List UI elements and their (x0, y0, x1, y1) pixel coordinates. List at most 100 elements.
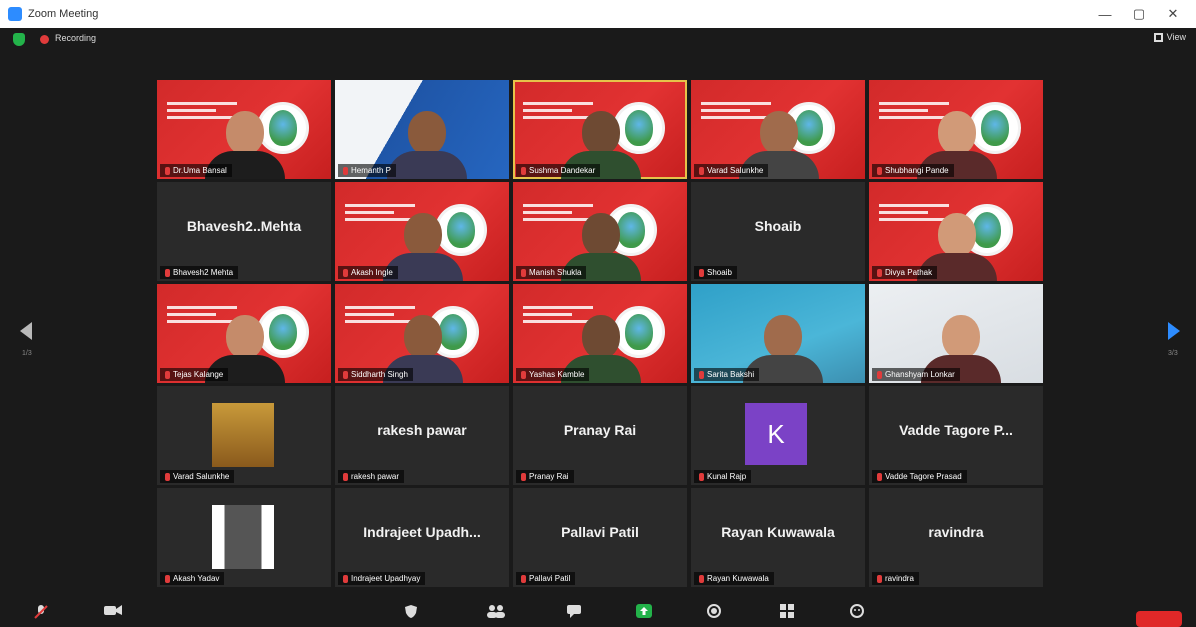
meeting-topbar: Recording View (0, 28, 1196, 52)
window-titlebar: Zoom Meeting — ▢ ✕ (0, 0, 1196, 28)
breakout-rooms-icon[interactable] (780, 604, 794, 618)
minimize-button[interactable]: — (1088, 0, 1122, 28)
restore-button[interactable]: ▢ (1122, 0, 1156, 28)
recording-icon[interactable] (40, 35, 49, 44)
participant-tile[interactable]: Akash Ingle (335, 182, 509, 281)
participant-tile[interactable]: Dr.Uma Bansal (157, 80, 331, 179)
participant-tile[interactable]: Akash Yadav (157, 488, 331, 587)
participant-tile[interactable]: Pranay Rai Pranay Rai (513, 386, 687, 485)
profile-picture (212, 505, 274, 569)
participant-name: Vadde Tagore Prasad (885, 472, 962, 481)
participant-tile[interactable]: Pallavi Patil Pallavi Patil (513, 488, 687, 587)
participant-name: Hemanth P (351, 166, 392, 175)
muted-mic-icon (521, 166, 526, 175)
participant-tile[interactable]: Rayan Kuwawala Rayan Kuwawala (691, 488, 865, 587)
participant-tile[interactable]: Shoaib Shoaib (691, 182, 865, 281)
participant-tile[interactable]: Divya Pathak (869, 182, 1043, 281)
participant-name: Indrajeet Upadhyay (351, 574, 421, 583)
previous-page-label: 1/3 (22, 350, 32, 357)
participant-name-label: Manish Shukla (516, 266, 587, 279)
participant-name-label: Tejas Kalange (160, 368, 229, 381)
muted-mic-icon (699, 472, 704, 481)
muted-mic-icon (699, 370, 704, 379)
participant-tile[interactable]: Vadde Tagore P... Vadde Tagore Prasad (869, 386, 1043, 485)
participant-name-label: Rayan Kuwawala (694, 572, 774, 585)
muted-mic-icon (699, 574, 704, 583)
muted-mic-icon (699, 166, 704, 175)
participant-name-label: Hemanth P (338, 164, 397, 177)
recording-label[interactable]: Recording (55, 33, 96, 43)
participant-name: Sarita Bakshi (707, 370, 755, 379)
participant-display-name: Rayan Kuwawala (721, 524, 835, 540)
chat-icon[interactable] (566, 604, 582, 618)
muted-mic-icon (699, 268, 704, 277)
mute-microphone-icon[interactable] (34, 604, 48, 620)
muted-mic-icon (877, 268, 882, 277)
reactions-icon[interactable] (850, 604, 864, 618)
participant-name: Sushma Dandekar (529, 166, 596, 175)
participant-name-label: Sarita Bakshi (694, 368, 760, 381)
participant-display-name: Pallavi Patil (561, 524, 639, 540)
previous-page-arrow-icon[interactable] (20, 322, 32, 340)
meeting-toolbar (0, 598, 1196, 623)
participant-name-label: Ghanshyam Lonkar (872, 368, 960, 381)
muted-mic-icon (343, 370, 348, 379)
participants-icon[interactable] (486, 604, 506, 618)
muted-mic-icon (877, 472, 882, 481)
participant-tile[interactable]: Bhavesh2..Mehta Bhavesh2 Mehta (157, 182, 331, 281)
view-label: View (1166, 32, 1186, 42)
participant-name-label: Sushma Dandekar (516, 164, 601, 177)
participant-tile[interactable]: Tejas Kalange (157, 284, 331, 383)
participant-tile[interactable]: rakesh pawar rakesh pawar (335, 386, 509, 485)
participant-name-label: Pallavi Patil (516, 572, 576, 585)
view-button[interactable]: View (1153, 32, 1186, 42)
participant-tile[interactable]: Yashas Kamble (513, 284, 687, 383)
participant-tile[interactable]: K Kunal Rajp (691, 386, 865, 485)
participant-name: Tejas Kalange (173, 370, 224, 379)
participant-name: Akash Yadav (173, 574, 220, 583)
participant-name-label: Varad Salunkhe (694, 164, 769, 177)
muted-mic-icon (521, 268, 526, 277)
end-meeting-button[interactable] (1136, 611, 1182, 627)
participant-tile[interactable]: ravindra ravindra (869, 488, 1043, 587)
participant-tile[interactable]: Sushma Dandekar (513, 80, 687, 179)
muted-mic-icon (165, 268, 170, 277)
participant-name: Varad Salunkhe (173, 472, 230, 481)
muted-mic-icon (877, 166, 882, 175)
profile-picture (212, 403, 274, 467)
video-camera-icon[interactable] (104, 604, 122, 616)
participant-tile[interactable]: Ghanshyam Lonkar (869, 284, 1043, 383)
security-shield-icon[interactable] (13, 33, 25, 46)
participant-name: Varad Salunkhe (707, 166, 764, 175)
participant-tile[interactable]: Manish Shukla (513, 182, 687, 281)
participant-tile[interactable]: Varad Salunkhe (157, 386, 331, 485)
participant-tile[interactable]: Siddharth Singh (335, 284, 509, 383)
muted-mic-icon (343, 268, 348, 277)
participant-name: Ghanshyam Lonkar (885, 370, 955, 379)
participant-name-label: rakesh pawar (338, 470, 405, 483)
security-icon[interactable] (404, 604, 418, 618)
participant-name: Dr.Uma Bansal (173, 166, 227, 175)
participant-name: Pranay Rai (529, 472, 569, 481)
next-page-label: 3/3 (1168, 350, 1178, 357)
participant-name-label: Akash Yadav (160, 572, 225, 585)
participant-tile[interactable]: Sarita Bakshi (691, 284, 865, 383)
participant-display-name: Indrajeet Upadh... (363, 524, 481, 540)
share-screen-icon[interactable] (636, 604, 652, 618)
next-page-arrow-icon[interactable] (1168, 322, 1180, 340)
record-icon[interactable] (707, 604, 721, 618)
participant-tile[interactable]: Shubhangi Pande (869, 80, 1043, 179)
muted-mic-icon (165, 370, 170, 379)
participant-name: ravindra (885, 574, 914, 583)
close-button[interactable]: ✕ (1156, 0, 1190, 28)
gallery-grid: Dr.Uma Bansal Hemanth P Sushma Dandekar Var… (157, 80, 1047, 587)
participant-name-label: Kunal Rajp (694, 470, 752, 483)
participant-name-label: Bhavesh2 Mehta (160, 266, 239, 279)
participant-tile[interactable]: Hemanth P (335, 80, 509, 179)
participant-tile[interactable]: Indrajeet Upadh... Indrajeet Upadhyay (335, 488, 509, 587)
participant-tile[interactable]: Varad Salunkhe (691, 80, 865, 179)
participant-name-label: Yashas Kamble (516, 368, 590, 381)
participant-display-name: ravindra (928, 524, 984, 540)
participant-name: Shubhangi Pande (885, 166, 949, 175)
participant-name-label: Shoaib (694, 266, 737, 279)
